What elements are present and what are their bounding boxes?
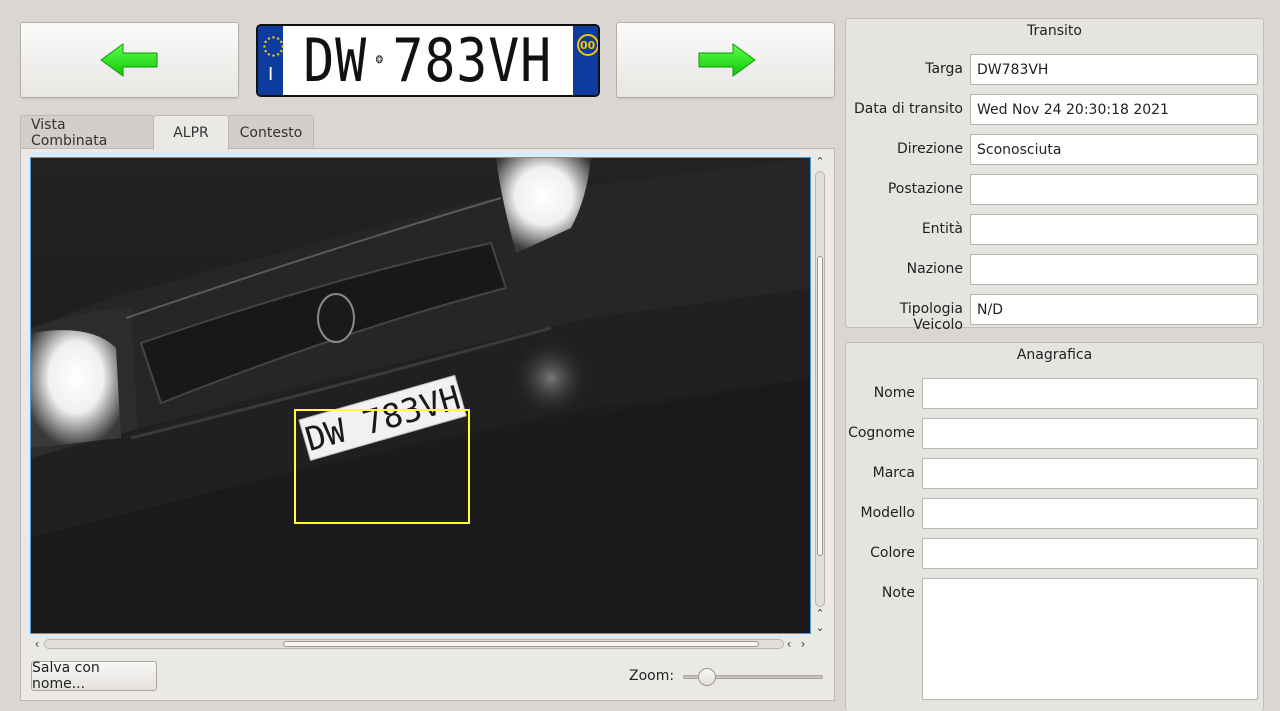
- province-band: 00: [572, 26, 598, 95]
- marca-field[interactable]: [922, 458, 1258, 489]
- tab-contesto[interactable]: Contesto: [228, 115, 314, 149]
- plate-left-part: DW: [303, 25, 368, 96]
- field-row-postazione: Postazione: [846, 174, 1263, 205]
- view-tabs: Vista Combinata ALPR Contesto: [20, 115, 314, 150]
- anagrafica-panel: Anagrafica Nome Cognome Marca Modello Co…: [845, 342, 1264, 711]
- colore-label: Colore: [870, 545, 915, 561]
- tab-alpr[interactable]: ALPR: [153, 115, 229, 150]
- field-row-nome: Nome: [846, 378, 1263, 409]
- alpr-camera-image: DW 783VH: [31, 158, 810, 633]
- next-transit-button[interactable]: [616, 22, 835, 98]
- scroll-up-icon[interactable]: ⌃: [812, 155, 828, 169]
- alpr-tab-panel: DW 783VH ⌃ ⌃ ⌄ ‹ ‹ › Salva con nome... Z…: [20, 148, 835, 701]
- zoom-slider-handle[interactable]: [697, 668, 716, 686]
- nazione-label: Nazione: [906, 261, 963, 277]
- data-transito-label: Data di transito: [853, 101, 963, 117]
- nome-field[interactable]: [922, 378, 1258, 409]
- postazione-field[interactable]: [970, 174, 1258, 205]
- previous-transit-button[interactable]: [20, 22, 239, 98]
- scroll-up-lower-icon[interactable]: ⌃: [812, 607, 828, 621]
- entita-label: Entità: [921, 221, 963, 237]
- colore-field[interactable]: [922, 538, 1258, 569]
- country-code: I: [268, 64, 274, 85]
- targa-label: Targa: [925, 61, 963, 77]
- modello-field[interactable]: [922, 498, 1258, 529]
- horizontal-scroll-thumb[interactable]: [283, 641, 759, 647]
- nazione-field[interactable]: [970, 254, 1258, 285]
- horizontal-scroll-track[interactable]: [44, 639, 784, 649]
- cognome-label: Cognome: [848, 425, 915, 441]
- tipologia-veicolo-field[interactable]: N/D: [970, 294, 1258, 325]
- field-row-note: Note: [846, 578, 1263, 700]
- alpr-image-viewer[interactable]: DW 783VH: [30, 157, 811, 634]
- field-row-nazione: Nazione: [846, 254, 1263, 285]
- scroll-right-icon[interactable]: ›: [796, 636, 810, 652]
- direzione-field[interactable]: Sconosciuta: [970, 134, 1258, 165]
- modello-label: Modello: [860, 505, 916, 521]
- transito-panel: Transito Targa DW783VH Data di transito …: [845, 18, 1264, 333]
- marca-label: Marca: [872, 465, 915, 481]
- cognome-field[interactable]: [922, 418, 1258, 449]
- green-right-arrow-icon: [698, 43, 756, 77]
- field-row-direzione: Direzione Sconosciuta: [846, 134, 1263, 165]
- note-label: Note: [881, 585, 915, 601]
- direzione-label: Direzione: [896, 141, 963, 157]
- data-transito-field[interactable]: Wed Nov 24 20:30:18 2021: [970, 94, 1258, 125]
- horizontal-scrollbar[interactable]: ‹ ‹ ›: [30, 636, 810, 652]
- vertical-scroll-thumb[interactable]: [817, 256, 823, 556]
- license-plate-banner: I DW ❂ 783VH 00: [256, 24, 600, 97]
- field-row-modello: Modello: [846, 498, 1263, 529]
- targa-field[interactable]: DW783VH: [970, 54, 1258, 85]
- scroll-left-icon[interactable]: ‹: [30, 636, 44, 652]
- eu-stars-icon: [263, 36, 284, 57]
- plate-number: DW ❂ 783VH: [304, 26, 553, 95]
- province-badge: 00: [576, 34, 598, 56]
- tipologia-veicolo-label: Tipologia Veicolo: [899, 301, 963, 333]
- field-row-tipologia-veicolo: Tipologia Veicolo N/D: [846, 294, 1263, 333]
- field-row-marca: Marca: [846, 458, 1263, 489]
- vertical-scrollbar[interactable]: ⌃ ⌃ ⌄: [812, 155, 828, 637]
- entita-field[interactable]: [970, 214, 1258, 245]
- field-row-cognome: Cognome: [846, 418, 1263, 449]
- vertical-scroll-track[interactable]: [815, 171, 825, 607]
- green-left-arrow-icon: [99, 43, 157, 77]
- scroll-down-icon[interactable]: ⌄: [812, 621, 828, 635]
- field-row-targa: Targa DW783VH: [846, 54, 1263, 85]
- tab-vista-combinata[interactable]: Vista Combinata: [20, 115, 154, 149]
- zoom-slider[interactable]: [683, 666, 823, 686]
- field-row-colore: Colore: [846, 538, 1263, 569]
- plate-separator-icon: ❂: [376, 50, 385, 67]
- anagrafica-title: Anagrafica: [1016, 347, 1093, 363]
- scroll-left-right-icon[interactable]: ‹: [782, 636, 796, 652]
- field-row-entita: Entità: [846, 214, 1263, 245]
- save-as-button[interactable]: Salva con nome...: [31, 660, 157, 692]
- note-textarea[interactable]: [922, 578, 1258, 700]
- nome-label: Nome: [873, 385, 915, 401]
- transito-title: Transito: [1027, 23, 1082, 39]
- zoom-label: Zoom:: [629, 668, 675, 684]
- postazione-label: Postazione: [887, 181, 963, 197]
- plate-right-part: 783VH: [392, 25, 553, 96]
- field-row-data-transito: Data di transito Wed Nov 24 20:30:18 202…: [846, 94, 1263, 125]
- eu-band: I: [258, 26, 284, 95]
